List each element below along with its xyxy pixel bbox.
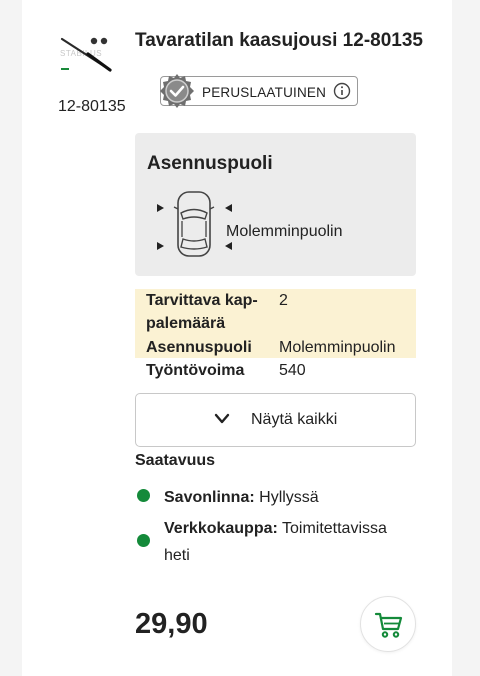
spec-key: Asennuspuoli xyxy=(146,339,252,356)
spec-row: Tarvittava kap-palemäärä 2 xyxy=(135,289,416,336)
in-stock-dot-icon xyxy=(137,534,150,547)
availability-location: Savonlinna: xyxy=(164,489,255,506)
car-top-view-icon xyxy=(157,191,232,257)
spec-key: Tarvittava kap-palemäärä xyxy=(146,292,258,332)
mounting-side-value: Molemminpuolin xyxy=(226,223,343,240)
show-all-button[interactable]: Näytä kaikki xyxy=(135,393,416,447)
spec-value: 540 xyxy=(279,362,306,379)
in-stock-dot-icon xyxy=(137,489,150,502)
spec-row: Asennuspuoli Molemminpuolin xyxy=(135,336,416,358)
spec-key: Työntövoima xyxy=(146,362,245,379)
info-icon[interactable] xyxy=(333,82,351,100)
cart-icon xyxy=(374,612,403,638)
availability-status: Hyllyssä xyxy=(259,489,319,506)
product-sku: 12-80135 xyxy=(58,98,126,115)
mounting-side-title: Asennuspuoli xyxy=(147,153,273,174)
quality-badge[interactable]: PERUSLAATUINEN xyxy=(160,74,358,108)
availability-item-store: Savonlinna: Hyllyssä xyxy=(164,484,319,511)
quality-seal-icon xyxy=(160,74,194,108)
chevron-down-icon xyxy=(214,413,230,424)
spec-value: 2 xyxy=(279,292,288,309)
product-price: 29,90 xyxy=(135,608,208,640)
availability-location: Verkkokauppa: xyxy=(164,520,278,537)
product-image[interactable]: STABILUS xyxy=(58,30,114,76)
mounting-side-panel: Asennuspuoli Molemminpuolin xyxy=(135,133,416,276)
show-all-label: Näytä kaikki xyxy=(251,411,338,428)
spec-row: Työntövoima 540 xyxy=(135,359,416,382)
quality-badge-label: PERUSLAATUINEN xyxy=(202,85,327,100)
availability-item-online: Verkkokauppa: Toimitettavissa heti xyxy=(164,515,414,569)
availability-title: Saatavuus xyxy=(135,452,216,469)
product-title: Tavaratilan kaasujousi 12-80135 xyxy=(135,30,423,51)
spec-value: Molemminpuolin xyxy=(279,339,396,356)
add-to-cart-button[interactable] xyxy=(360,596,416,652)
